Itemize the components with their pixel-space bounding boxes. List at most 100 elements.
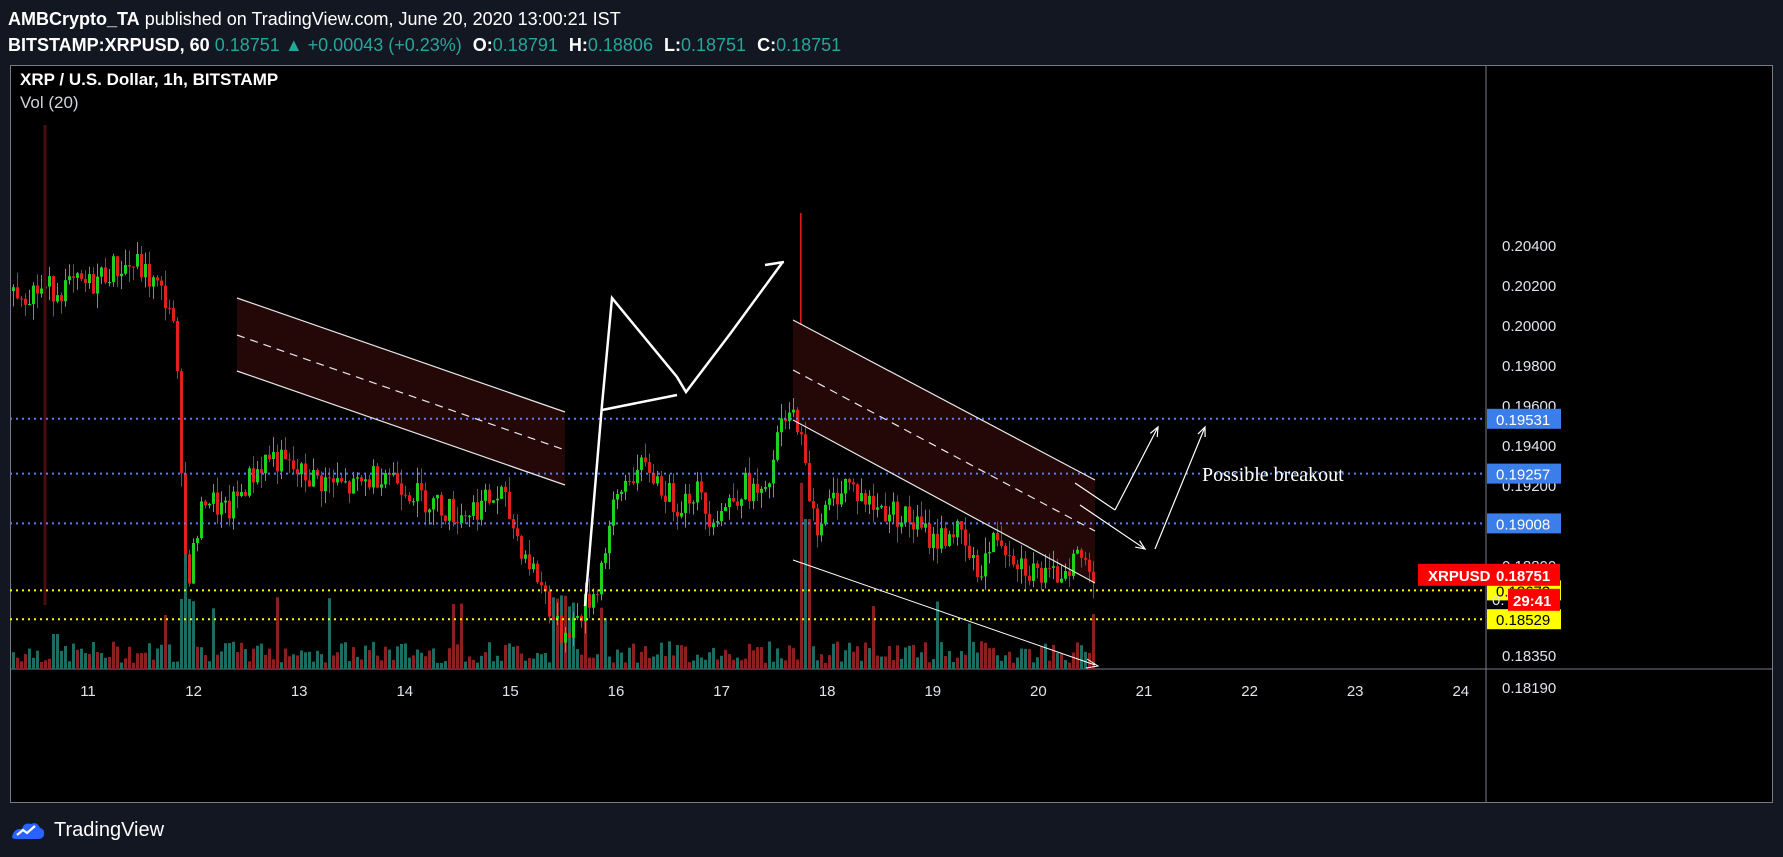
- candle-body: [1088, 559, 1091, 572]
- volume-bar: [760, 647, 763, 669]
- volume-bar: [140, 652, 143, 669]
- candle: [668, 474, 671, 503]
- author-name[interactable]: AMBCrypto_TA: [8, 9, 140, 29]
- volume-bar: [444, 661, 447, 669]
- candle-body: [116, 256, 119, 277]
- candle: [240, 483, 243, 498]
- candle-body: [800, 432, 803, 435]
- candle-body: [704, 492, 707, 514]
- volume-bar: [360, 659, 363, 669]
- breakout-arrow: [1154, 426, 1206, 550]
- candle-body: [808, 463, 811, 502]
- candle: [888, 506, 891, 533]
- volume-bar: [400, 643, 403, 669]
- candle: [780, 403, 783, 447]
- candle-body: [216, 492, 219, 515]
- time-tick-label: 16: [608, 683, 625, 700]
- candle-body: [432, 498, 435, 510]
- volume-bar: [848, 642, 851, 669]
- candle: [716, 510, 719, 528]
- time-tick-label: 17: [713, 683, 730, 700]
- candle: [340, 473, 343, 484]
- candle-body: [484, 489, 487, 501]
- candle-body: [320, 475, 323, 492]
- candle-body: [620, 491, 623, 495]
- candle: [112, 253, 115, 287]
- candle-body: [1060, 578, 1063, 583]
- candle-body: [972, 555, 975, 559]
- candle: [908, 495, 911, 538]
- candle: [84, 270, 87, 292]
- candle: [672, 473, 675, 522]
- candle: [540, 571, 543, 594]
- candle-body: [820, 523, 823, 536]
- candle-body: [892, 501, 895, 515]
- candle-body: [152, 277, 155, 287]
- volume-bar: [76, 649, 79, 669]
- footer-brand[interactable]: TradingView: [54, 819, 164, 842]
- candle: [124, 249, 127, 276]
- candle: [160, 276, 163, 301]
- volume-bar: [516, 645, 519, 669]
- candle-body: [696, 481, 699, 503]
- candle-body: [132, 266, 135, 268]
- candle: [464, 510, 467, 525]
- volume-bar: [276, 597, 279, 669]
- candle-body: [780, 418, 783, 433]
- candle: [968, 533, 971, 561]
- candle: [500, 485, 503, 500]
- candle: [632, 467, 635, 486]
- candle: [612, 491, 615, 536]
- candle-body: [108, 282, 111, 284]
- candle-body: [1044, 567, 1047, 583]
- volume-bar: [408, 657, 411, 669]
- volume-bar: [752, 650, 755, 669]
- candle: [820, 513, 823, 542]
- candle: [344, 468, 347, 484]
- volume-bar: [756, 647, 759, 669]
- time-tick-label: 22: [1241, 683, 1258, 700]
- candle: [1020, 545, 1023, 584]
- volume-bar: [12, 652, 15, 669]
- volume-bar: [660, 642, 663, 669]
- volume-bar: [236, 652, 239, 669]
- candle: [928, 509, 931, 554]
- candle-body: [752, 483, 755, 502]
- candle-body: [56, 295, 59, 302]
- candle: [740, 498, 743, 519]
- candle-body: [796, 409, 799, 433]
- candle: [692, 500, 695, 515]
- candle: [28, 289, 31, 306]
- candle-body: [128, 265, 131, 267]
- candle-body: [60, 295, 63, 302]
- candle-body: [404, 494, 407, 496]
- volume-bar: [596, 654, 599, 669]
- candle: [196, 535, 199, 552]
- price-chart[interactable]: Possible breakout XRP / U.S. Dollar, 1h, …: [10, 65, 1773, 803]
- volume-bar: [112, 641, 115, 669]
- volume-bar: [608, 656, 611, 669]
- volume-bar: [128, 646, 131, 669]
- level-price-tag: 0.19008: [1487, 513, 1561, 534]
- volume-bar: [96, 652, 99, 669]
- volume-bar: [920, 652, 923, 669]
- volume-bar: [40, 661, 43, 669]
- time-tick-label: 15: [502, 683, 519, 700]
- candle: [660, 471, 663, 500]
- candle-body: [356, 477, 359, 479]
- volume-bar: [1000, 660, 1003, 669]
- candle-body: [180, 371, 183, 474]
- candle: [236, 480, 239, 509]
- candle: [136, 242, 139, 269]
- candle: [152, 275, 155, 299]
- symbol-label[interactable]: BITSTAMP:XRPUSD, 60: [8, 35, 210, 55]
- tradingview-logo-icon[interactable]: [10, 819, 46, 841]
- volume-bar: [232, 641, 235, 669]
- volume-bar: [48, 658, 51, 669]
- candle-body: [616, 494, 619, 500]
- volume-bar: [216, 654, 219, 669]
- candle-body: [548, 591, 551, 617]
- candle-body: [984, 553, 987, 577]
- candle-body: [380, 484, 383, 488]
- candle-body: [628, 480, 631, 482]
